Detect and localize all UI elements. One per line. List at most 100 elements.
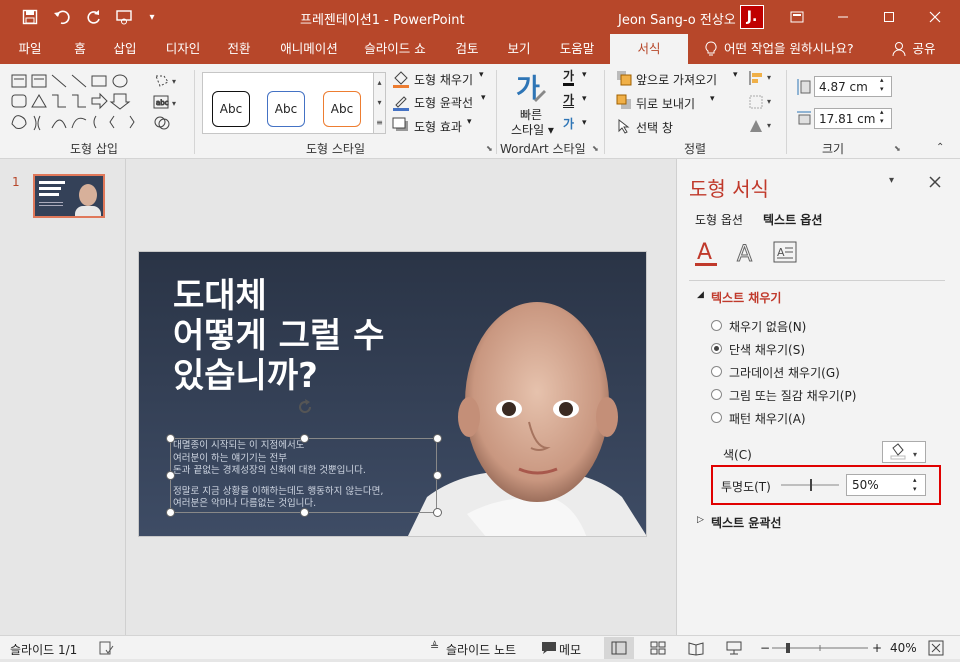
collapse-arrow-icon[interactable]: ◢ — [697, 290, 704, 300]
pane-options-icon[interactable]: ▾ — [889, 175, 894, 186]
tab-shape-options[interactable]: 도형 옵션 — [695, 211, 743, 228]
tab-home[interactable]: 홈 — [62, 34, 98, 64]
radio-no-fill[interactable] — [711, 320, 722, 331]
slide-sorter-icon[interactable] — [650, 640, 666, 656]
radio-gradient-fill[interactable] — [711, 366, 722, 377]
group-icon[interactable]: ▾ — [748, 94, 776, 110]
tab-help[interactable]: 도움말 — [550, 34, 604, 64]
present-icon[interactable] — [110, 0, 138, 34]
style-gallery[interactable]: Abc Abc Abc — [202, 72, 374, 134]
save-icon[interactable] — [16, 0, 44, 34]
zoom-level[interactable]: 40% — [890, 641, 917, 655]
maximize-icon[interactable] — [866, 0, 912, 34]
resize-handle[interactable] — [166, 434, 175, 443]
chevron-down-icon[interactable]: ▾ — [479, 70, 484, 80]
style-preset-1[interactable]: Abc — [212, 91, 250, 127]
style-preset-2[interactable]: Abc — [267, 91, 305, 127]
option-label[interactable]: 그림 또는 질감 채우기(P) — [729, 387, 856, 404]
close-icon[interactable] — [929, 176, 941, 188]
tab-transitions[interactable]: 전환 — [218, 34, 260, 64]
slideshow-icon[interactable] — [726, 640, 742, 656]
option-label[interactable]: 단색 채우기(S) — [729, 341, 805, 358]
dialog-launcher-icon[interactable]: ⬊ — [592, 144, 599, 153]
tab-review[interactable]: 검토 — [446, 34, 488, 64]
slide-title[interactable]: 도대체 어떻게 그럴 수 있습니까? — [173, 276, 433, 396]
shapes-more-icon[interactable]: abc ▾ ▾ — [152, 72, 180, 132]
ribbon-display-icon[interactable] — [774, 0, 820, 34]
dialog-launcher-icon[interactable]: ⬊ — [486, 144, 493, 153]
dialog-launcher-icon[interactable]: ⬊ — [894, 144, 901, 153]
minimize-icon[interactable] — [820, 0, 866, 34]
normal-view-icon[interactable] — [604, 637, 634, 659]
zoom-in-button[interactable]: + — [872, 641, 882, 655]
textbox-icon[interactable]: A — [773, 241, 797, 263]
chevron-down-icon[interactable]: ▾ — [481, 93, 486, 103]
transparency-slider[interactable] — [781, 479, 841, 491]
quick-styles-button[interactable]: 스타일 ▾ — [511, 121, 554, 138]
transparency-spinner[interactable]: ▴ ▾ — [913, 476, 917, 494]
chevron-down-icon[interactable]: ▾ — [733, 70, 738, 80]
tab-format[interactable]: 서식 — [610, 34, 688, 64]
shape-fill-button[interactable]: 도형 채우기 — [414, 71, 473, 88]
undo-icon[interactable] — [48, 0, 76, 34]
radio-picture-fill[interactable] — [711, 389, 722, 400]
expand-arrow-icon[interactable]: ▷ — [697, 515, 704, 525]
slide-thumbnail[interactable] — [33, 174, 105, 218]
chevron-down-icon[interactable]: ▾ — [467, 117, 472, 127]
resize-handle[interactable] — [300, 508, 309, 517]
text-fill-icon[interactable]: 가 — [563, 69, 575, 86]
text-effects-icon[interactable]: 가 — [563, 117, 574, 131]
shape-outline-button[interactable]: 도형 윤곽선 — [414, 94, 473, 111]
radio-solid-fill[interactable] — [711, 343, 722, 354]
avatar[interactable]: J. — [740, 5, 764, 29]
chevron-down-icon[interactable]: ▾ — [582, 94, 587, 104]
redo-icon[interactable] — [80, 0, 108, 34]
bring-forward-button[interactable]: 앞으로 가져오기 — [636, 71, 717, 88]
comments-button[interactable]: 메모 — [559, 641, 581, 658]
tab-design[interactable]: 디자인 — [156, 34, 210, 64]
fit-slide-icon[interactable] — [928, 640, 944, 656]
share-button[interactable]: 공유 — [908, 34, 940, 64]
zoom-slider[interactable] — [772, 642, 868, 654]
tab-animations[interactable]: 애니메이션 — [272, 34, 346, 64]
section-text-fill[interactable]: 텍스트 채우기 — [711, 289, 781, 306]
resize-handle[interactable] — [433, 508, 442, 517]
radio-pattern-fill[interactable] — [711, 412, 722, 423]
align-icon[interactable]: ▾ — [748, 70, 776, 86]
close-icon[interactable] — [912, 0, 958, 34]
tell-me-box[interactable]: 어떤 작업을 원하시나요? — [724, 34, 874, 64]
option-label[interactable]: 그라데이션 채우기(G) — [729, 364, 840, 381]
resize-handle[interactable] — [166, 508, 175, 517]
tab-file[interactable]: 파일 — [8, 34, 52, 64]
tab-text-options[interactable]: 텍스트 옵션 — [763, 211, 822, 228]
style-preset-3[interactable]: Abc — [323, 91, 361, 127]
resize-handle[interactable] — [300, 434, 309, 443]
tab-slideshow[interactable]: 슬라이드 쇼 — [356, 34, 434, 64]
height-spinner[interactable]: ▴ ▾ — [880, 76, 884, 94]
tab-insert[interactable]: 삽입 — [104, 34, 146, 64]
shape-effects-button[interactable]: 도형 효과 — [414, 118, 462, 135]
shapes-gallery[interactable] — [10, 72, 148, 136]
width-spinner[interactable]: ▴ ▾ — [880, 108, 884, 126]
selection-pane-button[interactable]: 선택 창 — [636, 119, 673, 136]
text-fill-outline-icon[interactable]: A — [693, 239, 719, 267]
text-effects-icon[interactable]: A — [733, 239, 759, 268]
spell-check-icon[interactable] — [98, 640, 114, 656]
resize-handle[interactable] — [433, 434, 442, 443]
option-label[interactable]: 채우기 없음(N) — [729, 318, 806, 335]
option-label[interactable]: 패턴 채우기(A) — [729, 410, 806, 427]
section-text-outline[interactable]: 텍스트 윤곽선 — [711, 514, 781, 531]
style-gallery-scroll[interactable]: ▴ ▾ ≡ — [374, 72, 386, 134]
tab-view[interactable]: 보기 — [498, 34, 540, 64]
collapse-ribbon-icon[interactable]: ⌃ — [936, 142, 944, 153]
chevron-down-icon[interactable]: ▾ — [582, 118, 587, 128]
selection-frame[interactable] — [170, 438, 437, 513]
resize-handle[interactable] — [166, 471, 175, 480]
rotate-icon[interactable]: ▾ — [748, 118, 776, 134]
send-backward-button[interactable]: 뒤로 보내기 — [636, 95, 695, 112]
text-outline-icon[interactable]: 가 — [563, 93, 574, 107]
color-picker-button[interactable]: ▾ — [882, 441, 926, 463]
zoom-out-button[interactable]: − — [760, 641, 770, 655]
notes-button[interactable]: 슬라이드 노트 — [446, 641, 516, 658]
rotate-handle-icon[interactable] — [295, 397, 315, 417]
